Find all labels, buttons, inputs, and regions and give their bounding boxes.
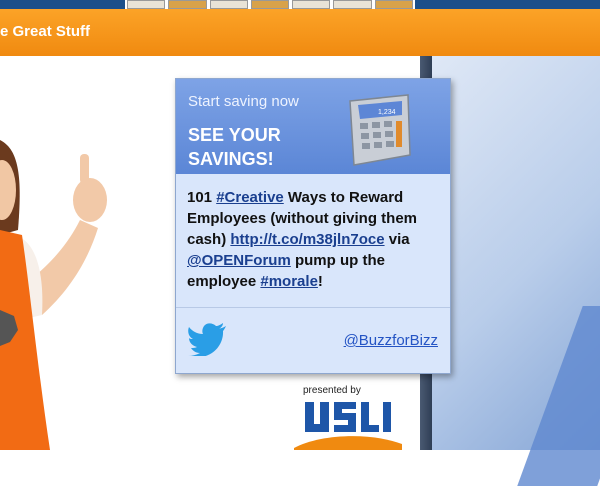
- mention-openforum-link[interactable]: @OPENForum: [187, 252, 291, 269]
- background-panel: [430, 56, 600, 486]
- tweet-widget: Start saving now SEE YOUR SAVINGS! 1,234…: [175, 78, 451, 374]
- thumbnail[interactable]: [250, 0, 290, 9]
- widget-footer: @BuzzforBizz: [176, 307, 450, 374]
- thumbnail-strip: [125, 0, 415, 9]
- tweet-suffix: !: [317, 273, 323, 290]
- promo-title: SEE YOUR SAVINGS!: [188, 125, 281, 169]
- hashtag-creative-link[interactable]: #Creative: [216, 189, 284, 206]
- header-title: e Great Stuff: [0, 23, 91, 40]
- savings-banner[interactable]: Start saving now SEE YOUR SAVINGS! 1,234: [176, 79, 450, 174]
- thumbnail[interactable]: [168, 0, 207, 9]
- person-illustration: [0, 140, 107, 450]
- usli-logo[interactable]: [290, 396, 405, 450]
- presented-by-label: presented by: [303, 385, 361, 396]
- header-bar: e Great Stuff: [0, 9, 600, 56]
- thumbnail[interactable]: [292, 0, 331, 9]
- twitter-bird-icon[interactable]: [188, 322, 228, 356]
- tweet-prefix: 101: [187, 189, 217, 206]
- hashtag-morale-link[interactable]: #morale: [260, 273, 318, 290]
- thumbnail[interactable]: [374, 0, 413, 9]
- tweet-text: 101 #Creative Ways to Reward Employees (…: [187, 187, 442, 292]
- thumbnail[interactable]: [127, 0, 166, 9]
- tweet-text-part: via: [384, 231, 410, 248]
- thumbnail[interactable]: [333, 0, 372, 9]
- decorative-stripe: [517, 306, 600, 486]
- calculator-icon: 1,234: [349, 94, 411, 166]
- thumbnail[interactable]: [209, 0, 248, 9]
- promo-subtitle: Start saving now: [188, 93, 299, 110]
- tweet-url-link[interactable]: http://t.co/m38jln7oce: [230, 231, 384, 248]
- calculator-display: 1,234: [378, 109, 396, 116]
- twitter-handle-link[interactable]: @BuzzforBizz: [344, 332, 438, 349]
- top-strip: [0, 0, 600, 9]
